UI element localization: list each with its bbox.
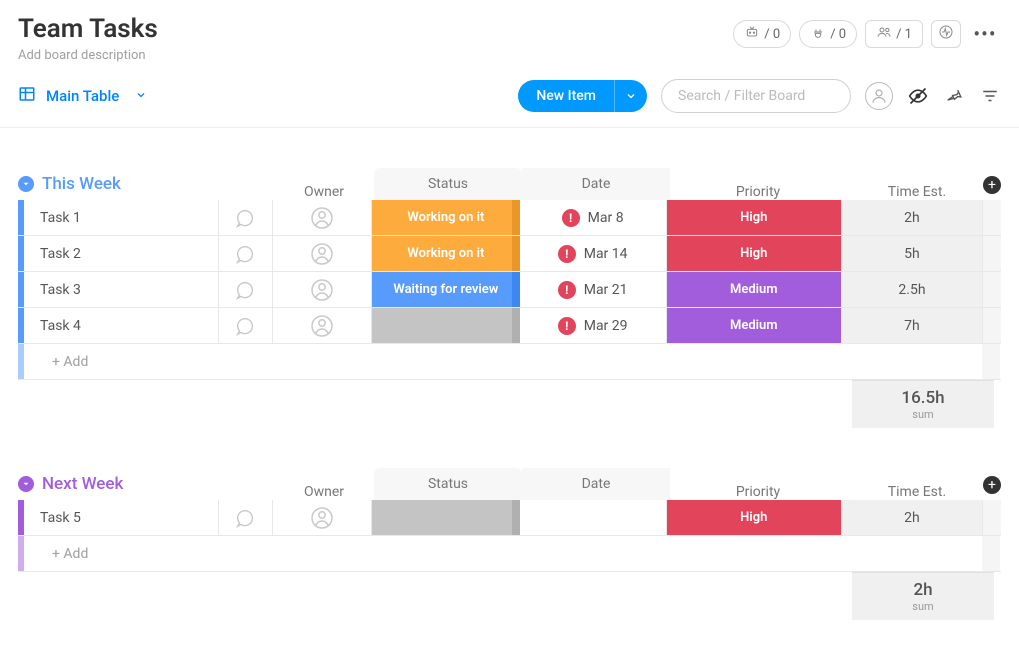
conversation-icon[interactable] bbox=[219, 500, 273, 535]
activity-icon bbox=[938, 24, 954, 44]
sum-label: sum bbox=[912, 600, 933, 613]
priority-cell[interactable]: Medium bbox=[667, 272, 842, 307]
time-cell[interactable]: 2h bbox=[842, 500, 983, 535]
col-header-date[interactable]: Date bbox=[522, 468, 670, 500]
status-cell[interactable]: Working on it bbox=[372, 236, 519, 271]
table-row[interactable]: Task 2 Working on it !Mar 14 High 5h bbox=[18, 236, 1001, 272]
add-column-button[interactable]: + bbox=[983, 176, 1001, 194]
table-view-icon bbox=[18, 85, 36, 107]
time-cell[interactable]: 7h bbox=[842, 308, 983, 343]
add-item-row[interactable]: + Add bbox=[24, 536, 982, 571]
owner-cell[interactable] bbox=[273, 272, 372, 307]
date-cell[interactable]: !Mar 29 bbox=[520, 308, 667, 343]
col-header-status[interactable]: Status bbox=[374, 468, 522, 500]
priority-cell[interactable]: Medium bbox=[667, 308, 842, 343]
column-summary: 2h sum bbox=[852, 572, 994, 620]
pin-icon[interactable] bbox=[943, 85, 965, 107]
time-cell[interactable]: 2.5h bbox=[842, 272, 983, 307]
sum-value: 16.5h bbox=[901, 388, 944, 408]
status-cell[interactable] bbox=[372, 308, 519, 343]
row-end bbox=[983, 272, 1001, 307]
col-header-time[interactable]: Time Est. bbox=[846, 484, 988, 500]
row-end bbox=[983, 500, 1001, 535]
task-name-cell[interactable]: Task 3 bbox=[24, 272, 219, 307]
overdue-alert-icon: ! bbox=[558, 281, 576, 299]
add-column-button[interactable]: + bbox=[983, 476, 1001, 494]
group-title[interactable]: This Week bbox=[42, 174, 121, 194]
date-cell[interactable]: !Mar 8 bbox=[520, 200, 667, 235]
date-cell[interactable]: !Mar 14 bbox=[520, 236, 667, 271]
conversation-icon[interactable] bbox=[219, 308, 273, 343]
new-item-dropdown[interactable] bbox=[614, 80, 647, 112]
table-row[interactable]: Task 4 !Mar 29 Medium 7h bbox=[18, 308, 1001, 344]
task-name-cell[interactable]: Task 1 bbox=[24, 200, 219, 235]
date-cell[interactable]: !Mar 21 bbox=[520, 272, 667, 307]
members-count: / 1 bbox=[896, 27, 912, 42]
overdue-alert-icon: ! bbox=[562, 209, 580, 227]
time-cell[interactable]: 5h bbox=[842, 236, 983, 271]
task-name-cell[interactable]: Task 4 bbox=[24, 308, 219, 343]
row-end bbox=[982, 344, 1000, 379]
priority-cell[interactable]: High bbox=[667, 200, 842, 235]
people-icon bbox=[876, 24, 892, 44]
col-header-priority[interactable]: Priority bbox=[670, 184, 846, 200]
overdue-alert-icon: ! bbox=[558, 317, 576, 335]
col-header-date[interactable]: Date bbox=[522, 168, 670, 200]
search-input[interactable] bbox=[661, 79, 851, 113]
owner-cell[interactable] bbox=[273, 308, 372, 343]
owner-cell[interactable] bbox=[273, 200, 372, 235]
filter-icon[interactable] bbox=[979, 85, 1001, 107]
col-header-status[interactable]: Status bbox=[374, 168, 522, 200]
priority-cell[interactable]: High bbox=[667, 236, 842, 271]
conversation-icon[interactable] bbox=[219, 236, 273, 271]
table-row[interactable]: Task 1 Working on it !Mar 8 High 2h bbox=[18, 200, 1001, 236]
members-pill[interactable]: / 1 bbox=[865, 20, 923, 48]
col-header-owner[interactable]: Owner bbox=[274, 484, 374, 500]
priority-cell[interactable]: High bbox=[667, 500, 842, 535]
person-filter[interactable] bbox=[865, 82, 893, 110]
plug-icon bbox=[810, 24, 826, 44]
automations-count: / 0 bbox=[764, 27, 780, 42]
column-summary: 16.5h sum bbox=[852, 380, 994, 428]
integrations-count: / 0 bbox=[830, 27, 846, 42]
task-name-cell[interactable]: Task 2 bbox=[24, 236, 219, 271]
integrations-pill[interactable]: / 0 bbox=[799, 20, 857, 48]
group-title[interactable]: Next Week bbox=[42, 474, 123, 494]
hide-icon[interactable] bbox=[907, 85, 929, 107]
row-end bbox=[983, 200, 1001, 235]
more-menu[interactable]: ••• bbox=[969, 20, 1001, 48]
date-cell[interactable] bbox=[520, 500, 667, 535]
owner-cell[interactable] bbox=[273, 236, 372, 271]
status-cell[interactable] bbox=[372, 500, 519, 535]
row-end bbox=[983, 236, 1001, 271]
owner-cell[interactable] bbox=[273, 500, 372, 535]
activity-pill[interactable] bbox=[931, 20, 961, 48]
col-header-owner[interactable]: Owner bbox=[274, 184, 374, 200]
sum-value: 2h bbox=[913, 580, 932, 600]
table-row[interactable]: Task 5 High 2h bbox=[18, 500, 1001, 536]
col-header-priority[interactable]: Priority bbox=[670, 484, 846, 500]
table-row[interactable]: Task 3 Waiting for review !Mar 21 Medium… bbox=[18, 272, 1001, 308]
automations-pill[interactable]: / 0 bbox=[733, 20, 791, 48]
row-end bbox=[982, 536, 1000, 571]
status-cell[interactable]: Working on it bbox=[372, 200, 519, 235]
robot-icon bbox=[744, 24, 760, 44]
task-name-cell[interactable]: Task 5 bbox=[24, 500, 219, 535]
col-header-time[interactable]: Time Est. bbox=[846, 184, 988, 200]
conversation-icon[interactable] bbox=[219, 200, 273, 235]
board-title[interactable]: Team Tasks bbox=[18, 14, 158, 44]
add-item-row[interactable]: + Add bbox=[24, 344, 982, 379]
row-end bbox=[983, 308, 1001, 343]
conversation-icon[interactable] bbox=[219, 272, 273, 307]
overdue-alert-icon: ! bbox=[558, 245, 576, 263]
sum-label: sum bbox=[912, 408, 933, 421]
group-toggle[interactable] bbox=[18, 176, 34, 192]
group-toggle[interactable] bbox=[18, 476, 34, 492]
new-item-button[interactable]: New Item bbox=[518, 80, 614, 112]
view-dropdown-chevron[interactable] bbox=[135, 89, 147, 104]
status-cell[interactable]: Waiting for review bbox=[372, 272, 519, 307]
board-description[interactable]: Add board description bbox=[18, 48, 158, 63]
view-name[interactable]: Main Table bbox=[46, 87, 119, 105]
time-cell[interactable]: 2h bbox=[842, 200, 983, 235]
